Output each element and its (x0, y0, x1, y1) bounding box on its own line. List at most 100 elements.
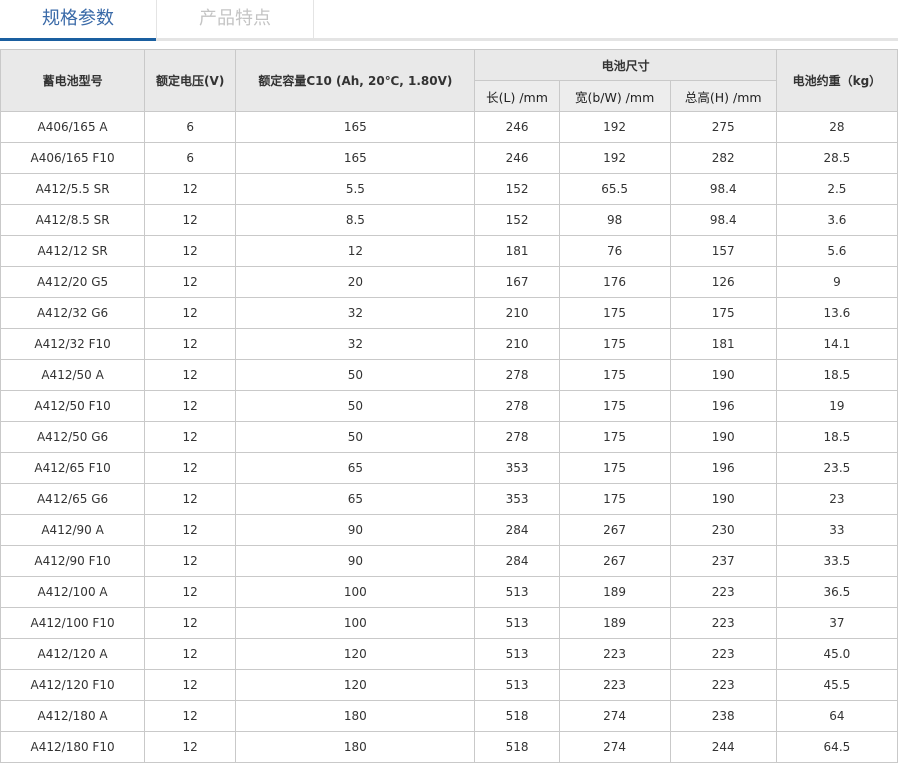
table-row: A412/120 F10 12 120 513 223 223 45.5 (0, 669, 898, 701)
table-row: A412/90 F10 12 90 284 267 237 33.5 (0, 545, 898, 577)
voltage-cell: 6 (144, 111, 237, 143)
voltage-cell: 12 (144, 328, 237, 360)
table-row: A412/50 G6 12 50 278 175 190 18.5 (0, 421, 898, 453)
width-cell: 175 (558, 483, 671, 515)
voltage-cell: 12 (144, 266, 237, 298)
length-cell: 513 (474, 638, 560, 670)
capacity-cell: 50 (235, 390, 476, 422)
capacity-cell: 100 (235, 576, 476, 608)
height-cell: 244 (669, 731, 777, 763)
weight-cell: 23 (775, 483, 898, 515)
tab-product-features[interactable]: 产品特点 (157, 0, 314, 38)
capacity-cell: 165 (235, 142, 476, 174)
weight-cell: 64 (775, 700, 898, 732)
capacity-cell: 120 (235, 638, 476, 670)
weight-cell: 19 (775, 390, 898, 422)
voltage-cell: 12 (144, 700, 237, 732)
height-cell: 223 (669, 607, 777, 639)
width-cell: 274 (558, 731, 671, 763)
capacity-cell: 120 (235, 669, 476, 701)
capacity-cell: 180 (235, 731, 476, 763)
model-cell: A412/90 F10 (0, 545, 146, 577)
height-cell: 237 (669, 545, 777, 577)
height-cell: 126 (669, 266, 777, 298)
model-cell: A406/165 A (0, 111, 146, 143)
voltage-cell: 12 (144, 235, 237, 267)
model-cell: A412/50 A (0, 359, 146, 391)
length-cell: 210 (474, 297, 560, 329)
header-capacity: 额定容量C10 (Ah, 20℃, 1.80V) (235, 49, 476, 112)
width-cell: 189 (558, 607, 671, 639)
width-cell: 223 (558, 638, 671, 670)
table-row: A412/5.5 SR 12 5.5 152 65.5 98.4 2.5 (0, 173, 898, 205)
header-length: 长(L) /mm (474, 80, 560, 112)
tab-specifications[interactable]: 规格参数 (0, 0, 157, 41)
voltage-cell: 12 (144, 545, 237, 577)
voltage-cell: 6 (144, 142, 237, 174)
spec-table: 蓄电池型号 额定电压(V) 额定容量C10 (Ah, 20℃, 1.80V) 电… (0, 49, 898, 763)
voltage-cell: 12 (144, 514, 237, 546)
width-cell: 175 (558, 390, 671, 422)
model-cell: A412/32 F10 (0, 328, 146, 360)
weight-cell: 9 (775, 266, 898, 298)
weight-cell: 45.0 (775, 638, 898, 670)
weight-cell: 14.1 (775, 328, 898, 360)
model-cell: A412/100 F10 (0, 607, 146, 639)
height-cell: 282 (669, 142, 777, 174)
voltage-cell: 12 (144, 204, 237, 236)
height-cell: 230 (669, 514, 777, 546)
model-cell: A412/65 F10 (0, 452, 146, 484)
model-cell: A412/20 G5 (0, 266, 146, 298)
table-row: A412/100 A 12 100 513 189 223 36.5 (0, 576, 898, 608)
weight-cell: 2.5 (775, 173, 898, 205)
width-cell: 223 (558, 669, 671, 701)
table-row: A412/32 G6 12 32 210 175 175 13.6 (0, 297, 898, 329)
length-cell: 167 (474, 266, 560, 298)
height-cell: 190 (669, 359, 777, 391)
weight-cell: 3.6 (775, 204, 898, 236)
width-cell: 267 (558, 545, 671, 577)
length-cell: 284 (474, 545, 560, 577)
length-cell: 152 (474, 204, 560, 236)
model-cell: A412/100 A (0, 576, 146, 608)
weight-cell: 28 (775, 111, 898, 143)
width-cell: 175 (558, 359, 671, 391)
length-cell: 181 (474, 235, 560, 267)
length-cell: 513 (474, 576, 560, 608)
table-row: A412/50 A 12 50 278 175 190 18.5 (0, 359, 898, 391)
weight-cell: 5.6 (775, 235, 898, 267)
voltage-cell: 12 (144, 607, 237, 639)
capacity-cell: 20 (235, 266, 476, 298)
table-row: A412/65 F10 12 65 353 175 196 23.5 (0, 452, 898, 484)
length-cell: 513 (474, 669, 560, 701)
model-cell: A412/90 A (0, 514, 146, 546)
table-row: A406/165 F10 6 165 246 192 282 28.5 (0, 142, 898, 174)
weight-cell: 64.5 (775, 731, 898, 763)
weight-cell: 18.5 (775, 359, 898, 391)
width-cell: 267 (558, 514, 671, 546)
length-cell: 284 (474, 514, 560, 546)
voltage-cell: 12 (144, 638, 237, 670)
table-header-row: 蓄电池型号 额定电压(V) 额定容量C10 (Ah, 20℃, 1.80V) 电… (0, 49, 898, 112)
weight-cell: 45.5 (775, 669, 898, 701)
capacity-cell: 65 (235, 483, 476, 515)
width-cell: 192 (558, 111, 671, 143)
model-cell: A406/165 F10 (0, 142, 146, 174)
width-cell: 192 (558, 142, 671, 174)
length-cell: 210 (474, 328, 560, 360)
capacity-cell: 65 (235, 452, 476, 484)
capacity-cell: 5.5 (235, 173, 476, 205)
capacity-cell: 8.5 (235, 204, 476, 236)
height-cell: 157 (669, 235, 777, 267)
capacity-cell: 32 (235, 297, 476, 329)
length-cell: 152 (474, 173, 560, 205)
table-row: A412/20 G5 12 20 167 176 126 9 (0, 266, 898, 298)
header-height: 总高(H) /mm (669, 80, 777, 112)
height-cell: 223 (669, 638, 777, 670)
weight-cell: 33.5 (775, 545, 898, 577)
height-cell: 196 (669, 390, 777, 422)
model-cell: A412/65 G6 (0, 483, 146, 515)
capacity-cell: 90 (235, 514, 476, 546)
weight-cell: 33 (775, 514, 898, 546)
model-cell: A412/180 A (0, 700, 146, 732)
